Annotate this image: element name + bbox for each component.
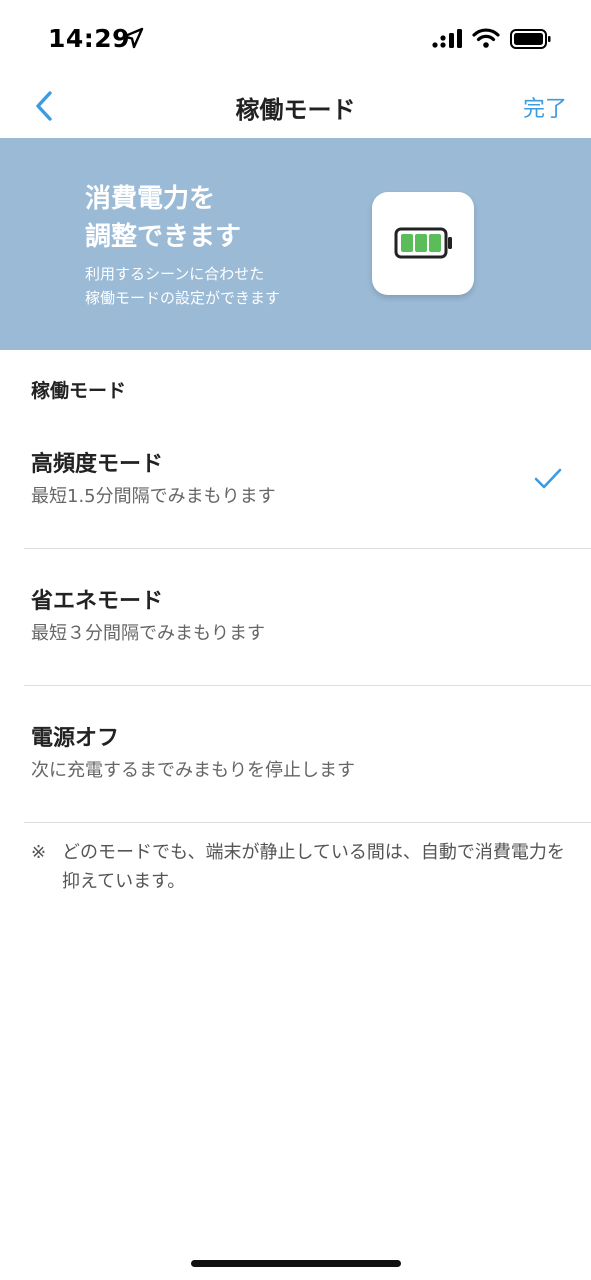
location-arrow-icon: [122, 27, 144, 49]
navigation-bar: 稼働モード 完了: [0, 78, 591, 138]
banner-headline: 消費電力を 調整できます: [85, 184, 242, 252]
wifi-icon: [472, 28, 500, 48]
section-label: 稼働モード: [31, 380, 127, 402]
mode-description: 最短３分間隔でみまもります: [31, 623, 265, 644]
mode-description: 次に充電するまでみまもりを停止します: [31, 760, 355, 781]
battery-full-icon: [394, 227, 452, 259]
done-button[interactable]: 完了: [523, 91, 567, 123]
mode-description: 最短1.5分間隔でみまもります: [31, 486, 276, 507]
footnote-text: どのモードでも、端末が静止している間は、自動で消費電力を抑えています。: [62, 842, 565, 892]
footnote-mark: ※: [31, 842, 47, 863]
mode-option-power-off[interactable]: 電源オフ 次に充電するまでみまもりを停止します: [0, 686, 591, 823]
home-indicator: [191, 1260, 401, 1267]
mode-title: 高頻度モード: [31, 452, 164, 477]
page-title: 稼働モード: [235, 96, 356, 124]
mode-option-high-frequency[interactable]: 高頻度モード 最短1.5分間隔でみまもります: [0, 412, 591, 549]
status-time: 14:29: [48, 24, 131, 53]
divider: [24, 822, 591, 823]
battery-tile: [372, 192, 474, 295]
battery-status-icon: [510, 29, 551, 49]
mode-title: 電源オフ: [31, 726, 120, 751]
banner-subtext: 利用するシーンに合わせた 稼働モードの設定ができます: [85, 265, 281, 307]
info-banner: 消費電力を 調整できます 利用するシーンに合わせた 稼働モードの設定ができます: [0, 138, 591, 350]
mode-title: 省エネモード: [31, 589, 164, 614]
mode-option-power-saving[interactable]: 省エネモード 最短３分間隔でみまもります: [0, 549, 591, 686]
cellular-signal-icon: [432, 29, 462, 48]
mode-list: 高頻度モード 最短1.5分間隔でみまもります 省エネモード 最短３分間隔でみまも…: [0, 412, 591, 823]
status-bar: 14:29: [0, 0, 591, 78]
checkmark-icon: [534, 468, 562, 489]
